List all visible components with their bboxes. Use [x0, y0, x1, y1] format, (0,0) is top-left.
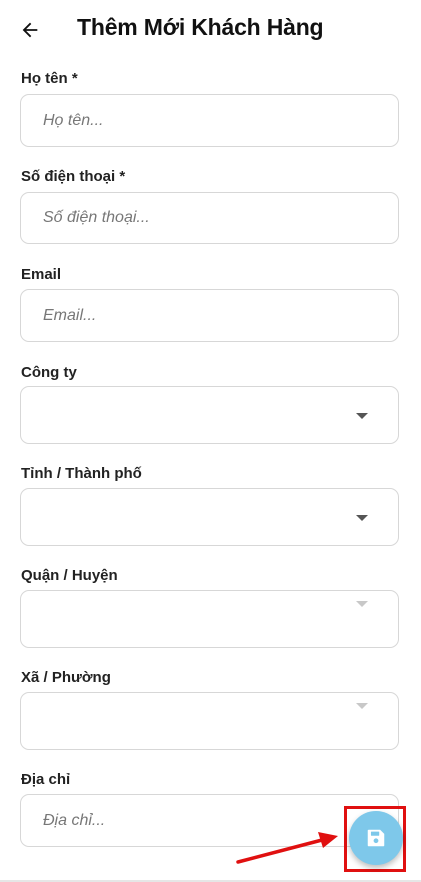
full-name-field	[20, 94, 399, 147]
email-label: Email	[21, 266, 62, 283]
dropdown-caret-icon	[356, 601, 368, 607]
dropdown-caret-icon	[356, 515, 368, 521]
address-field	[20, 794, 399, 847]
province-label: Tỉnh / Thành phố	[21, 465, 142, 482]
company-label: Công ty	[21, 364, 77, 381]
back-button[interactable]	[14, 14, 46, 46]
company-select[interactable]	[20, 386, 399, 444]
save-fab-button[interactable]	[349, 811, 403, 865]
address-input[interactable]	[21, 795, 398, 846]
arrow-left-icon	[22, 22, 38, 38]
floppy-disk-save-icon	[367, 829, 385, 847]
full-name-label: Họ tên *	[21, 70, 78, 87]
dropdown-caret-icon	[356, 703, 368, 709]
address-label: Địa chỉ	[21, 771, 71, 788]
email-field	[20, 289, 399, 342]
phone-label: Số điện thoại *	[21, 168, 126, 185]
phone-input[interactable]	[21, 193, 398, 243]
ward-label: Xã / Phường	[21, 669, 111, 686]
full-name-input[interactable]	[21, 95, 398, 146]
app-header: Thêm Mới Khách Hàng	[0, 0, 421, 58]
page-title: Thêm Mới Khách Hàng	[77, 14, 324, 40]
dropdown-caret-icon	[356, 413, 368, 419]
province-select[interactable]	[20, 488, 399, 546]
email-input[interactable]	[21, 290, 398, 341]
district-label: Quận / Huyện	[21, 567, 118, 584]
district-select[interactable]	[20, 590, 399, 648]
ward-select[interactable]	[20, 692, 399, 750]
phone-field	[20, 192, 399, 244]
